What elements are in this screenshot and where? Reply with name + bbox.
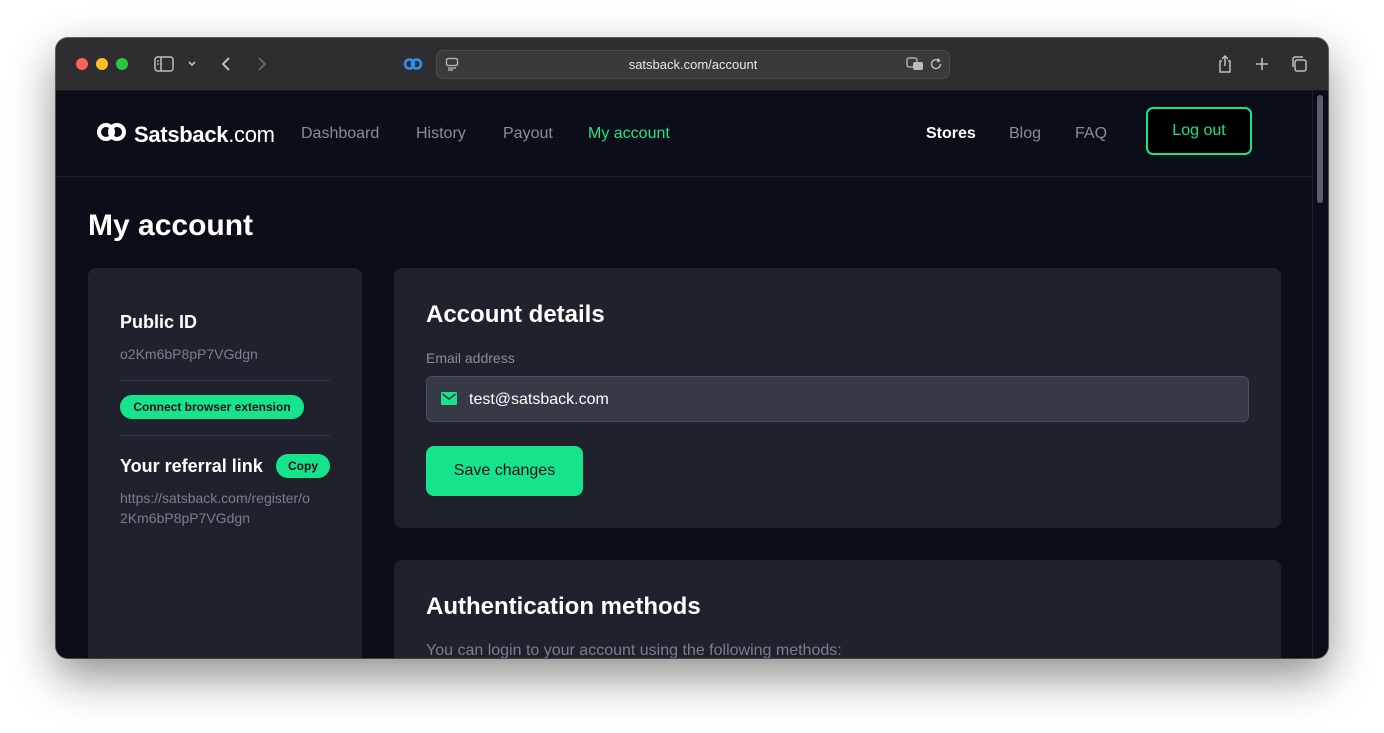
- profile-sidebar-card: Public ID o2Km6bP8pP7VGdgn Connect brows…: [88, 268, 362, 658]
- new-tab-icon[interactable]: [1252, 52, 1272, 76]
- referral-link-line: 2Km6bP8pP7VGdgn: [120, 510, 250, 526]
- zoom-window-button[interactable]: [116, 58, 128, 70]
- account-details-heading: Account details: [426, 301, 605, 328]
- scrollbar-thumb[interactable]: [1317, 95, 1323, 203]
- divider: [120, 435, 330, 436]
- referral-link-line: https://satsback.com/register/o: [120, 490, 310, 506]
- site-favicon-icon: [402, 52, 424, 76]
- copy-referral-button[interactable]: Copy: [276, 454, 330, 478]
- browser-window: satsback.com/account Satsback .com Dashb…: [56, 38, 1328, 658]
- save-changes-button[interactable]: Save changes: [426, 446, 583, 496]
- referral-link-value[interactable]: https://satsback.com/register/o 2Km6bP8p…: [120, 488, 310, 528]
- logo-text: Satsback: [134, 122, 229, 147]
- translate-icon[interactable]: [905, 55, 925, 73]
- nav-faq[interactable]: FAQ: [1075, 125, 1107, 143]
- reload-icon[interactable]: [927, 55, 945, 73]
- public-id-heading: Public ID: [120, 312, 198, 332]
- forward-arrow-icon[interactable]: [252, 52, 272, 76]
- envelope-icon: [441, 392, 457, 410]
- nav-dashboard[interactable]: Dashboard: [301, 125, 379, 143]
- url-text: satsback.com/account: [628, 57, 758, 72]
- chevron-down-icon[interactable]: [184, 52, 200, 76]
- connect-extension-button[interactable]: Connect browser extension: [120, 395, 304, 419]
- sidebar-toggle-icon[interactable]: [152, 52, 176, 76]
- browser-toolbar: satsback.com/account: [56, 38, 1328, 91]
- page-scrollbar[interactable]: [1312, 91, 1328, 658]
- referral-link-heading: Your referral link: [120, 456, 263, 476]
- share-icon[interactable]: [1214, 52, 1236, 76]
- page-title: My account: [88, 209, 254, 242]
- chain-link-icon: [96, 121, 128, 149]
- logo-domain: .com: [228, 122, 275, 147]
- back-arrow-icon[interactable]: [216, 52, 236, 76]
- public-id-value: o2Km6bP8pP7VGdgn: [120, 346, 258, 362]
- nav-blog[interactable]: Blog: [1009, 125, 1041, 143]
- nav-payout[interactable]: Payout: [503, 125, 553, 143]
- satsback-logo[interactable]: Satsback .com: [96, 121, 275, 149]
- top-navigation: Satsback .com Dashboard History Payout My…: [56, 91, 1313, 177]
- address-bar[interactable]: satsback.com/account: [436, 50, 950, 79]
- account-details-card: Account details Email address Save chang…: [394, 268, 1281, 528]
- email-input[interactable]: [467, 377, 1231, 423]
- nav-stores[interactable]: Stores: [926, 125, 976, 143]
- email-field-container: [426, 376, 1249, 423]
- nav-my-account[interactable]: My account: [588, 125, 670, 143]
- divider: [120, 380, 330, 381]
- authentication-methods-card: Authentication methods You can login to …: [394, 560, 1281, 658]
- tab-overview-icon[interactable]: [1288, 52, 1310, 76]
- nav-history[interactable]: History: [416, 125, 466, 143]
- email-label: Email address: [426, 350, 515, 366]
- close-window-button[interactable]: [76, 58, 88, 70]
- logout-button[interactable]: Log out: [1146, 107, 1252, 155]
- authentication-methods-description: You can login to your account using the …: [426, 642, 842, 658]
- page-content: Satsback .com Dashboard History Payout My…: [56, 91, 1313, 658]
- minimize-window-button[interactable]: [96, 58, 108, 70]
- authentication-methods-heading: Authentication methods: [426, 593, 701, 620]
